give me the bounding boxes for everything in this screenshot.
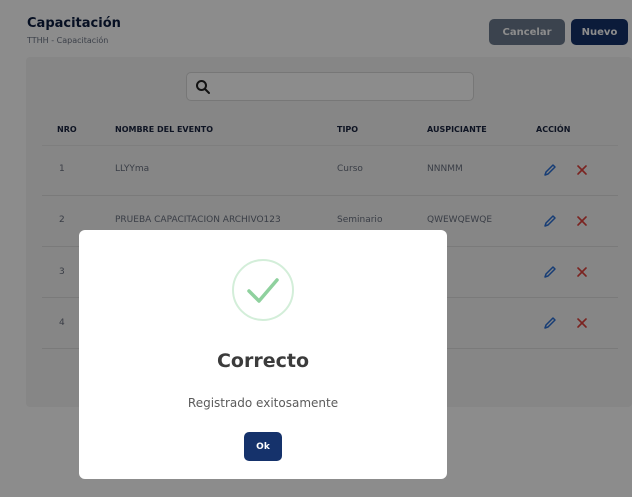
- ok-button[interactable]: Ok: [244, 432, 282, 461]
- check-circle-icon: [232, 259, 294, 321]
- modal-message: Registrado exitosamente: [187, 396, 339, 410]
- modal-title: Correcto: [216, 350, 310, 372]
